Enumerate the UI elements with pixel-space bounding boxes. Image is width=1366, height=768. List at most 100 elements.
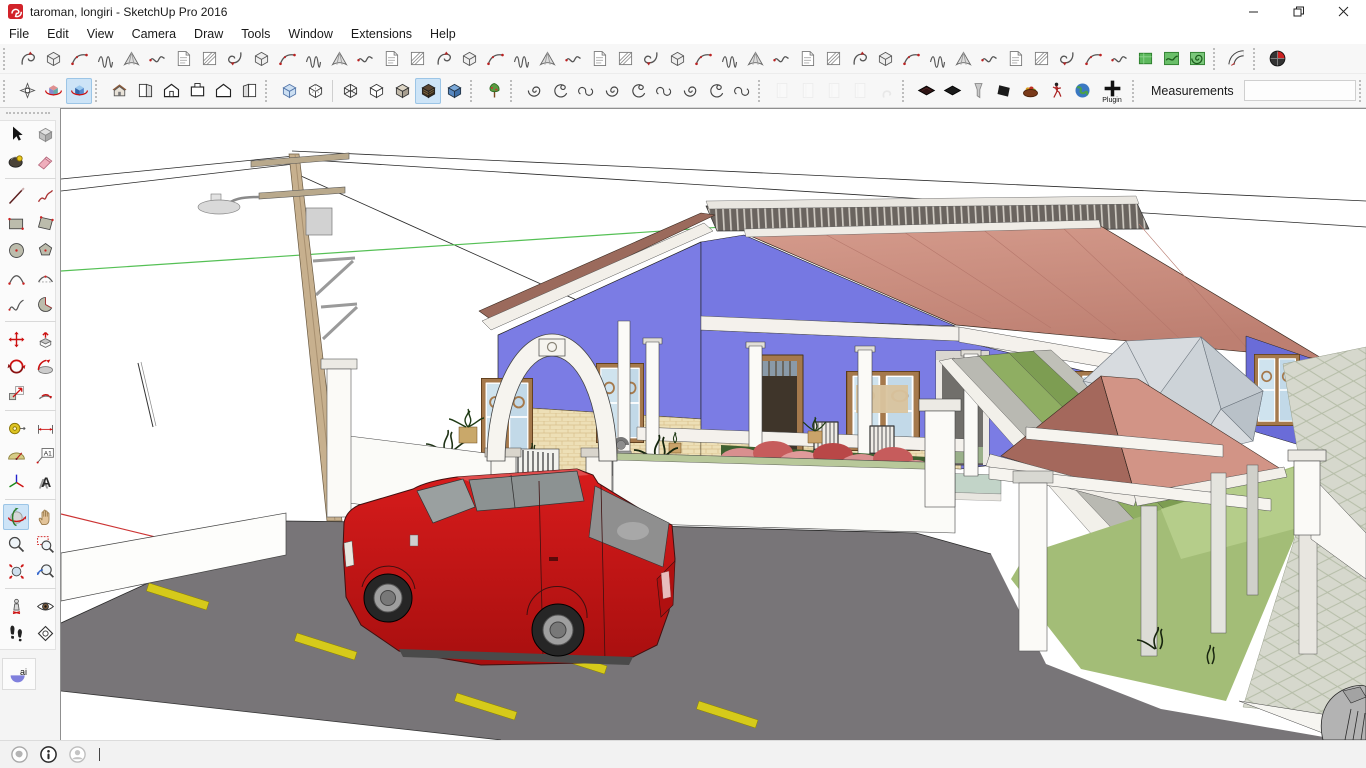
extension-tool-20[interactable] (508, 46, 534, 72)
orbit-tool[interactable] (3, 504, 29, 530)
style-monochrome-button[interactable] (389, 78, 415, 104)
toolbar-grip[interactable] (95, 80, 102, 102)
style-shaded-button[interactable] (441, 78, 467, 104)
extension-tool-4[interactable] (92, 46, 118, 72)
measurements-input[interactable] (1244, 80, 1356, 101)
extension-tool-1[interactable] (14, 46, 40, 72)
follow-me-tool[interactable] (32, 353, 58, 379)
extension-tool-9[interactable] (222, 46, 248, 72)
toolbar-grip[interactable] (758, 80, 765, 102)
section-plane-tool[interactable] (32, 620, 58, 646)
menu-tools[interactable]: Tools (232, 25, 279, 43)
extension-tool-35[interactable] (898, 46, 924, 72)
compass-view-button[interactable] (14, 78, 40, 104)
extension-tool-7[interactable] (170, 46, 196, 72)
extension-tool-8[interactable] (196, 46, 222, 72)
offset-tool[interactable] (32, 380, 58, 406)
menu-view[interactable]: View (78, 25, 123, 43)
two-point-arc-tool[interactable] (32, 264, 58, 290)
3d-text-tool[interactable] (32, 469, 58, 495)
extension-tool-22[interactable] (560, 46, 586, 72)
toolbar-grip[interactable] (1359, 80, 1366, 102)
extension-tool-27[interactable] (690, 46, 716, 72)
zoom-window-tool[interactable] (32, 531, 58, 557)
extension-tool-18[interactable] (456, 46, 482, 72)
extension-tool-44[interactable] (1132, 46, 1158, 72)
style-back-edges-button[interactable] (302, 78, 328, 104)
dimension-tool[interactable] (32, 415, 58, 441)
account-status-icon[interactable] (68, 745, 87, 764)
extension-tool-38[interactable] (976, 46, 1002, 72)
extension-tool-34[interactable] (872, 46, 898, 72)
rotate-tool[interactable] (3, 353, 29, 379)
pie-tool[interactable] (32, 291, 58, 317)
curl-tool-1[interactable] (521, 78, 547, 104)
zoom-tool[interactable] (3, 531, 29, 557)
extension-tool-17[interactable] (430, 46, 456, 72)
dark-plane-button-2[interactable] (939, 78, 965, 104)
view-back-button[interactable] (210, 78, 236, 104)
curl-tool-2[interactable] (547, 78, 573, 104)
circle-tool[interactable] (3, 237, 29, 263)
toolbar-grip[interactable] (3, 80, 10, 102)
tape-measure-tool[interactable] (3, 415, 29, 441)
figure-component-button[interactable] (1043, 78, 1069, 104)
menu-window[interactable]: Window (279, 25, 341, 43)
extension-tool-45[interactable] (1158, 46, 1184, 72)
extension-tool-3[interactable] (66, 46, 92, 72)
paint-bucket-tool[interactable] (3, 148, 29, 174)
dark-plane-button-1[interactable] (913, 78, 939, 104)
curl-tool-6[interactable] (651, 78, 677, 104)
surface-curve-extension[interactable] (1224, 46, 1250, 72)
toolbar-grip[interactable] (1253, 48, 1260, 70)
plugin-add-button[interactable]: Plugin (1095, 78, 1129, 104)
extension-tool-36[interactable] (924, 46, 950, 72)
extension-tool-29[interactable] (742, 46, 768, 72)
extension-tool-14[interactable] (352, 46, 378, 72)
rotated-rectangle-tool[interactable] (32, 210, 58, 236)
text-tool[interactable] (32, 442, 58, 468)
menu-edit[interactable]: Edit (38, 25, 78, 43)
polygon-tool[interactable] (32, 237, 58, 263)
curl-tool-3[interactable] (573, 78, 599, 104)
restore-button[interactable] (1276, 0, 1321, 23)
extension-tool-33[interactable] (846, 46, 872, 72)
rectangle-tool[interactable] (3, 210, 29, 236)
dark-panel-button[interactable] (991, 78, 1017, 104)
extension-tool-21[interactable] (534, 46, 560, 72)
move-tool[interactable] (3, 326, 29, 352)
style-wireframe-button[interactable] (337, 78, 363, 104)
minimize-button[interactable] (1231, 0, 1276, 23)
extension-tool-42[interactable] (1080, 46, 1106, 72)
extension-tool-23[interactable] (586, 46, 612, 72)
style-hidden-line-button[interactable] (363, 78, 389, 104)
menu-file[interactable]: File (0, 25, 38, 43)
section-display-button[interactable] (821, 78, 847, 104)
zoom-extents-tool[interactable] (3, 558, 29, 584)
extension-tool-19[interactable] (482, 46, 508, 72)
orbit-textured-button[interactable] (40, 78, 66, 104)
toolbar-grip[interactable] (1213, 48, 1220, 70)
toolbar-grip[interactable] (265, 80, 272, 102)
modeling-viewport[interactable] (60, 108, 1366, 740)
extension-tool-40[interactable] (1028, 46, 1054, 72)
view-left-button[interactable] (132, 78, 158, 104)
protractor-tool[interactable] (3, 442, 29, 468)
extension-tool-26[interactable] (664, 46, 690, 72)
extension-tool-16[interactable] (404, 46, 430, 72)
extension-tool-43[interactable] (1106, 46, 1132, 72)
view-iso-button[interactable] (106, 78, 132, 104)
menu-draw[interactable]: Draw (185, 25, 232, 43)
section-plane-button[interactable] (769, 78, 795, 104)
toolbar-grip[interactable] (6, 112, 50, 118)
position-camera-tool[interactable] (3, 593, 29, 619)
section-cut-button[interactable] (847, 78, 873, 104)
scale-tool[interactable] (3, 380, 29, 406)
menu-camera[interactable]: Camera (123, 25, 185, 43)
extension-tool-31[interactable] (794, 46, 820, 72)
extension-tool-41[interactable] (1054, 46, 1080, 72)
three-point-arc-tool[interactable] (3, 291, 29, 317)
section-fill-button[interactable] (795, 78, 821, 104)
orbit-shaded-button[interactable] (66, 78, 92, 104)
push-pull-tool[interactable] (32, 326, 58, 352)
